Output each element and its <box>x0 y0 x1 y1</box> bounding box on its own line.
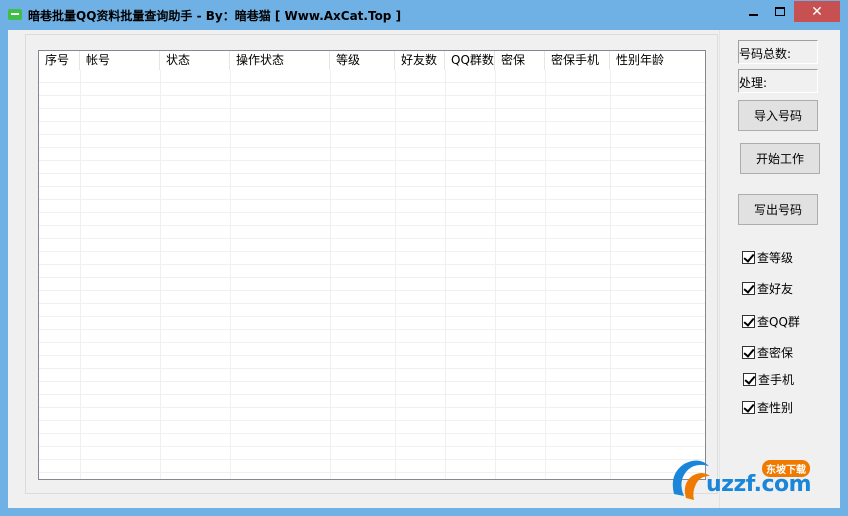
row-grid <box>39 70 705 479</box>
check-level-option[interactable]: 查等级 <box>742 249 793 265</box>
maximize-icon <box>775 7 785 16</box>
checkbox-checked[interactable] <box>742 345 755 359</box>
check-level-label: 查等级 <box>757 250 794 265</box>
start-work-button[interactable]: 开始工作 <box>740 143 820 174</box>
column-header-qq-groups[interactable]: QQ群数 <box>445 51 495 70</box>
column-header-operation-status[interactable]: 操作状态 <box>230 51 330 70</box>
checkbox-checked[interactable] <box>743 372 756 386</box>
check-groups-option[interactable]: 查QQ群 <box>742 313 800 329</box>
check-phone-label: 查手机 <box>758 372 795 387</box>
column-divider <box>80 70 81 479</box>
window-title: 暗巷批量QQ资料批量查询助手 - By：暗巷猫 [ Www.AxCat.Top … <box>28 9 402 23</box>
check-security-label: 查密保 <box>757 345 794 360</box>
maximize-button[interactable] <box>767 1 793 22</box>
checkbox-checked[interactable] <box>742 281 755 295</box>
close-icon: ✕ <box>811 3 823 20</box>
app-window: 暗巷批量QQ资料批量查询助手 - By：暗巷猫 [ Www.AxCat.Top … <box>0 0 848 516</box>
total-count-field: 号码总数: <box>738 40 818 64</box>
processed-field: 处理: <box>738 69 818 93</box>
column-header-gender-age[interactable]: 性别年龄 <box>610 51 705 70</box>
check-phone-option[interactable]: 查手机 <box>743 371 794 387</box>
client-area: 序号 帐号 状态 操作状态 等级 好友数 QQ群数 密保 密保手机 性别年龄 号… <box>8 30 840 508</box>
column-divider <box>330 70 331 479</box>
column-divider <box>395 70 396 479</box>
list-body[interactable] <box>39 70 705 479</box>
control-panel: 号码总数: 处理: 导入号码 开始工作 写出号码 查等级 查好友 查QQ群 查密… <box>719 30 840 508</box>
check-friends-option[interactable]: 查好友 <box>742 280 793 296</box>
checkbox-checked[interactable] <box>742 400 755 414</box>
list-header: 序号 帐号 状态 操作状态 等级 好友数 QQ群数 密保 密保手机 性别年龄 <box>39 51 705 70</box>
column-header-account[interactable]: 帐号 <box>80 51 160 70</box>
check-groups-label: 查QQ群 <box>757 314 800 329</box>
checkbox-checked[interactable] <box>742 250 755 264</box>
close-button[interactable]: ✕ <box>794 1 840 22</box>
minimize-icon <box>748 13 758 16</box>
column-header-security[interactable]: 密保 <box>495 51 545 70</box>
column-header-index[interactable]: 序号 <box>39 51 80 70</box>
column-header-friends[interactable]: 好友数 <box>395 51 445 70</box>
column-divider <box>495 70 496 479</box>
minimize-button[interactable] <box>740 1 766 22</box>
export-numbers-button[interactable]: 写出号码 <box>738 194 818 225</box>
column-header-level[interactable]: 等级 <box>330 51 395 70</box>
results-list[interactable]: 序号 帐号 状态 操作状态 等级 好友数 QQ群数 密保 密保手机 性别年龄 <box>38 50 706 480</box>
check-friends-label: 查好友 <box>757 281 794 296</box>
site-watermark: 东坡下载 uzzf.com <box>664 452 844 508</box>
column-header-status[interactable]: 状态 <box>160 51 230 70</box>
checkbox-checked[interactable] <box>742 314 755 328</box>
column-divider <box>160 70 161 479</box>
app-icon <box>8 9 22 20</box>
column-divider <box>545 70 546 479</box>
check-gender-label: 查性别 <box>757 400 794 415</box>
watermark-brand: uzzf.com <box>706 472 812 497</box>
column-divider <box>445 70 446 479</box>
column-header-security-phone[interactable]: 密保手机 <box>545 51 610 70</box>
check-gender-option[interactable]: 查性别 <box>742 399 793 415</box>
check-security-option[interactable]: 查密保 <box>742 344 793 360</box>
column-divider <box>610 70 611 479</box>
import-numbers-button[interactable]: 导入号码 <box>738 100 818 131</box>
title-bar[interactable]: 暗巷批量QQ资料批量查询助手 - By：暗巷猫 [ Www.AxCat.Top … <box>0 0 848 30</box>
column-divider <box>230 70 231 479</box>
